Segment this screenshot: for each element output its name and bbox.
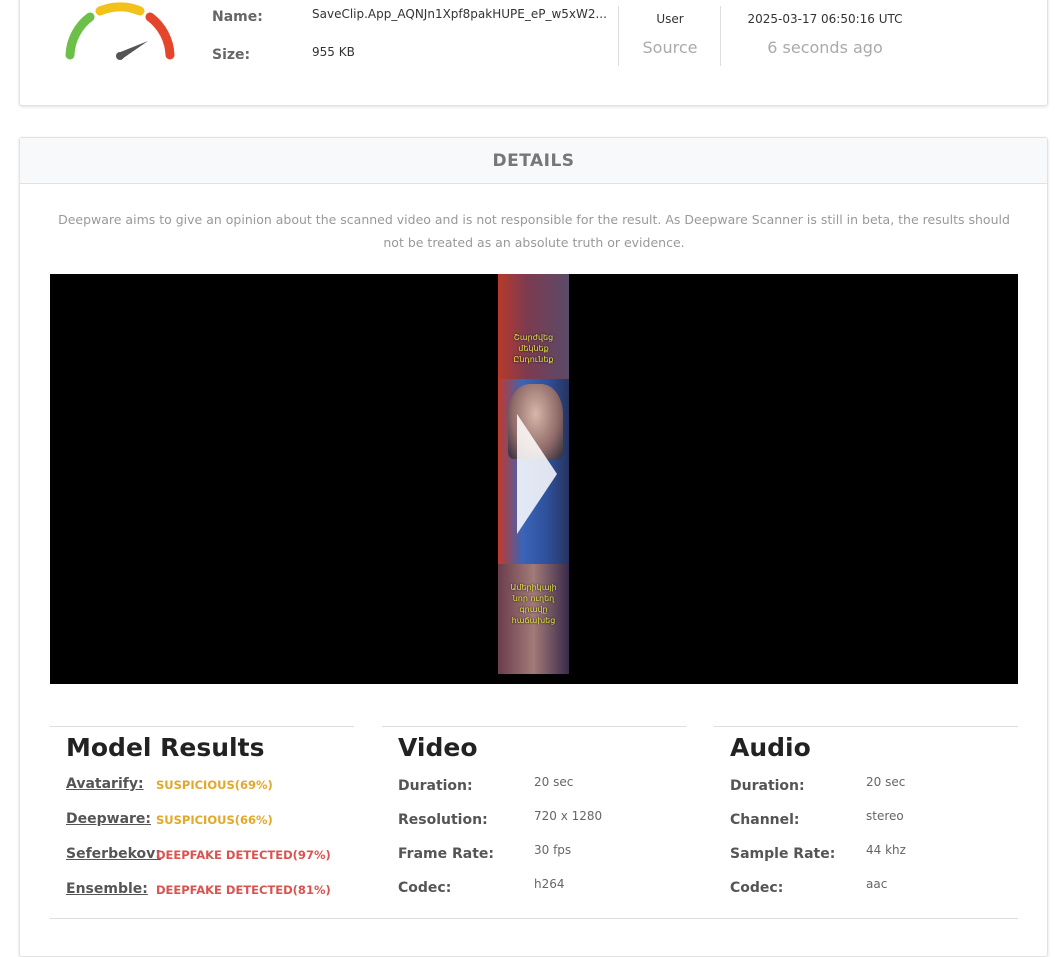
model-result-avatarify: SUSPICIOUS(69%) (156, 778, 273, 792)
user-label: User (656, 12, 684, 26)
video-info-title: Video (398, 733, 478, 762)
model-results-title: Model Results (66, 733, 265, 762)
model-link-ensemble[interactable]: Ensemble: (66, 881, 148, 897)
audio-channel-label: Channel: (730, 812, 800, 828)
name-label: Name: (212, 9, 263, 25)
video-codec-label: Codec: (398, 880, 452, 896)
video-info-section: Video Duration: 20 sec Resolution: 720 x… (382, 726, 686, 896)
details-card: DETAILS Deepware aims to give an opinion… (19, 137, 1048, 957)
model-result-seferbekov: DEEPFAKE DETECTED(97%) (156, 848, 331, 862)
disclaimer-text: Deepware aims to give an opinion about t… (58, 212, 1010, 250)
file-info-card: Name: SaveClip.App_AQNJn1Xpf8pakHUPE_eP_… (19, 0, 1048, 106)
relative-time: 6 seconds ago (767, 38, 883, 57)
gauge-icon (65, 2, 175, 60)
size-label: Size: (212, 47, 251, 63)
video-duration-value: 20 sec (534, 775, 574, 789)
video-framerate-value: 30 fps (534, 843, 572, 857)
audio-channel-value: stereo (866, 809, 904, 823)
video-player[interactable]: Շարժվեց մեկնեք Ընդունեք Ամերիկայի նոր ու… (50, 274, 1018, 684)
model-link-deepware[interactable]: Deepware: (66, 811, 151, 827)
model-result-ensemble: DEEPFAKE DETECTED(81%) (156, 883, 331, 897)
audio-samplerate-value: 44 khz (866, 843, 906, 857)
play-icon[interactable] (517, 414, 557, 534)
divider (50, 918, 1018, 919)
model-link-seferbekov[interactable]: Seferbekov: (66, 846, 161, 862)
video-codec-value: h264 (534, 877, 565, 891)
video-caption-bottom: Ամերիկայի նոր ուղեղ գրավը հաճախեց (510, 583, 557, 625)
audio-samplerate-label: Sample Rate: (730, 846, 836, 862)
file-size-value: 955 KB (312, 45, 355, 59)
source-label: Source (642, 38, 698, 57)
audio-codec-value: aac (866, 877, 888, 891)
details-header: DETAILS (20, 138, 1047, 184)
scan-timestamp: 2025-03-17 06:50:16 UTC (747, 12, 903, 26)
divider (618, 6, 619, 66)
divider (720, 6, 721, 66)
video-resolution-value: 720 x 1280 (534, 809, 603, 823)
audio-info-section: Audio Duration: 20 sec Channel: stereo S… (714, 726, 1018, 896)
model-results-section: Model Results Avatarify: SUSPICIOUS(69%)… (50, 726, 354, 897)
model-link-avatarify[interactable]: Avatarify: (66, 776, 144, 792)
video-duration-label: Duration: (398, 778, 473, 794)
audio-info-title: Audio (730, 733, 811, 762)
video-caption-top: Շարժվեց մեկնեք Ընդունեք (513, 333, 554, 364)
audio-duration-value: 20 sec (866, 775, 906, 789)
file-name-value: SaveClip.App_AQNJn1Xpf8pakHUPE_eP_w5xW2.… (312, 7, 607, 21)
video-framerate-label: Frame Rate: (398, 846, 494, 862)
audio-duration-label: Duration: (730, 778, 805, 794)
model-result-deepware: SUSPICIOUS(66%) (156, 813, 273, 827)
audio-codec-label: Codec: (730, 880, 784, 896)
video-resolution-label: Resolution: (398, 812, 488, 828)
